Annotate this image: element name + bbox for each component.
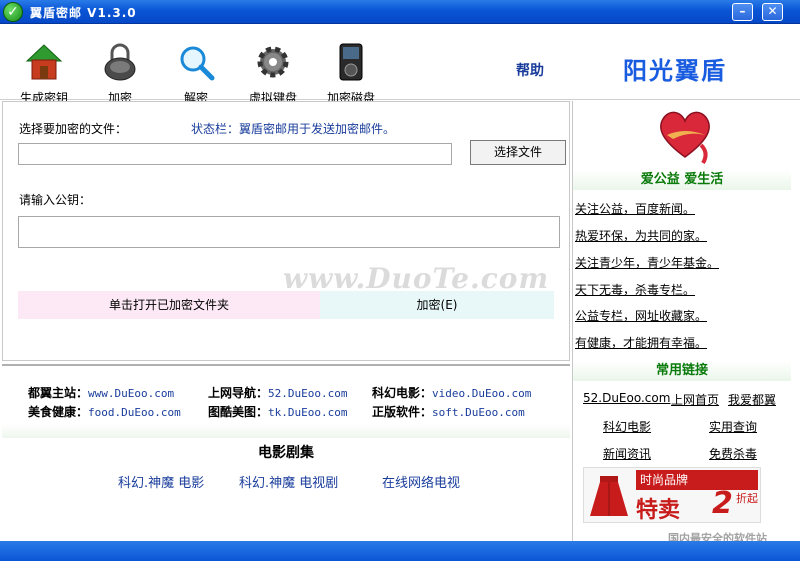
love-section-title: 爱公益 爱生活 [573, 170, 791, 190]
house-icon [25, 44, 63, 80]
title-bar: ✓ 翼盾密邮 V1.3.0 – ✕ [0, 0, 800, 24]
movie-section-title: 电影剧集 [258, 445, 314, 461]
link-picture-gallery[interactable]: 图酷美图：tk.DuEoo.com [208, 403, 348, 420]
scifi-movie-link[interactable]: 科幻.神魔 电影 [118, 472, 204, 491]
link-url: food.DuEoo.com [88, 406, 181, 419]
public-key-label: 请输入公钥： [19, 193, 92, 207]
link-url: www.DuEoo.com [88, 387, 175, 400]
brand-logo: 阳光翼盾 [623, 56, 727, 85]
online-tv-link[interactable]: 在线网络电视 [382, 472, 460, 491]
right-link-bookmarks[interactable]: 公益专栏，网址收藏家。 [575, 307, 707, 324]
right-link-health[interactable]: 有健康，才能拥有幸福。 [575, 334, 707, 351]
link-url: video.DuEoo.com [432, 387, 532, 400]
ad-discount-text: 折起 [736, 492, 758, 505]
magnifier-icon [180, 46, 215, 81]
link-url: tk.DuEoo.com [268, 406, 348, 419]
link-navigation[interactable]: 上网导航：52.DuEoo.com [208, 384, 348, 401]
checkmark-app-icon: ✓ [3, 2, 23, 22]
heart-icon [660, 111, 710, 165]
gear-icon [257, 46, 289, 78]
scifi-tv-link[interactable]: 科幻.神魔 电视剧 [239, 472, 338, 491]
link-label: 美食健康： [28, 405, 89, 419]
generate-key-button[interactable]: 生成密钥 [8, 42, 80, 106]
encrypt-button[interactable]: 加密(E) [320, 291, 554, 319]
select-file-button[interactable]: 选择文件 [470, 140, 566, 165]
ad-number: 2 [712, 486, 733, 521]
public-key-input[interactable] [18, 216, 560, 248]
link-main-site[interactable]: 都翼主站：www.DuEoo.com [28, 384, 174, 401]
common-links-title: 常用链接 [573, 361, 791, 381]
encrypt-tool-button[interactable]: 加密 [84, 42, 156, 106]
virtual-keyboard-button[interactable]: 虚拟键盘 [237, 42, 309, 106]
common-link-52[interactable]: 52.DuEoo.com [583, 391, 670, 405]
file-label: 选择要加密的文件： [19, 122, 128, 136]
right-link-youth[interactable]: 关注青少年，青少年基金。 [575, 254, 719, 271]
link-label: 图酷美图： [208, 405, 269, 419]
open-encrypted-folder-button[interactable]: 单击打开已加密文件夹 [18, 291, 320, 319]
link-scifi-movies[interactable]: 科幻电影：video.DuEoo.com [372, 384, 531, 401]
lock-icon [104, 43, 136, 81]
help-link[interactable]: 帮助 [516, 60, 544, 80]
ad-brand-text: 时尚品牌 [636, 470, 758, 490]
common-link-free-antivirus[interactable]: 免费杀毒 [709, 445, 757, 462]
common-link-love-dueoo[interactable]: 我爱都翼 [728, 391, 776, 408]
minimize-button[interactable]: – [732, 3, 753, 21]
link-label: 上网导航： [208, 386, 269, 400]
window-title: 翼盾密邮 V1.3.0 [30, 6, 137, 20]
section-divider [2, 424, 570, 438]
right-link-antivirus[interactable]: 天下无毒，杀毒专栏。 [575, 281, 695, 298]
link-label: 科幻电影： [372, 386, 433, 400]
disk-icon [339, 43, 363, 81]
encrypt-disk-button[interactable]: 加密磁盘 [315, 42, 387, 106]
encryption-panel: 选择要加密的文件： 状态栏：翼盾密邮用于发送加密邮件。 选择文件 请输入公钥： … [2, 101, 570, 361]
bottom-bar [0, 541, 800, 561]
links-panel: 都翼主站：www.DuEoo.com 上网导航：52.DuEoo.com 科幻电… [2, 364, 570, 540]
link-url: soft.DuEoo.com [432, 406, 525, 419]
status-bar-text: 状态栏：翼盾密邮用于发送加密邮件。 [191, 122, 396, 136]
link-food-health[interactable]: 美食健康：food.DuEoo.com [28, 403, 181, 420]
link-genuine-software[interactable]: 正版软件：soft.DuEoo.com [372, 403, 525, 420]
toolbar: 生成密钥 加密 解密 虚拟键盘 加密磁盘 帮助 阳光翼盾 [0, 24, 800, 105]
link-label: 都翼主站： [28, 386, 89, 400]
ad-banner[interactable]: 时尚品牌 特卖 2 折起 [583, 467, 761, 523]
common-link-homepage[interactable]: 上网首页 [671, 391, 719, 408]
decrypt-tool-button[interactable]: 解密 [160, 42, 232, 106]
watermark: www.DuoTe.com [283, 262, 550, 295]
link-url: 52.DuEoo.com [268, 387, 348, 400]
common-link-scifi[interactable]: 科幻电影 [603, 418, 651, 435]
link-label: 正版软件： [372, 405, 433, 419]
skirt-icon [590, 476, 628, 516]
right-link-environment[interactable]: 热爱环保，为共同的家。 [575, 227, 707, 244]
common-link-query[interactable]: 实用查询 [709, 418, 757, 435]
right-link-charity[interactable]: 关注公益，百度新闻。 [575, 200, 695, 217]
right-sidebar: 爱公益 爱生活 关注公益，百度新闻。 热爱环保，为共同的家。 关注青少年，青少年… [572, 101, 798, 541]
close-button[interactable]: ✕ [762, 3, 783, 21]
common-link-news[interactable]: 新闻资讯 [603, 445, 651, 462]
file-path-input[interactable] [18, 143, 452, 165]
ad-sale-text: 特卖 [636, 498, 681, 523]
